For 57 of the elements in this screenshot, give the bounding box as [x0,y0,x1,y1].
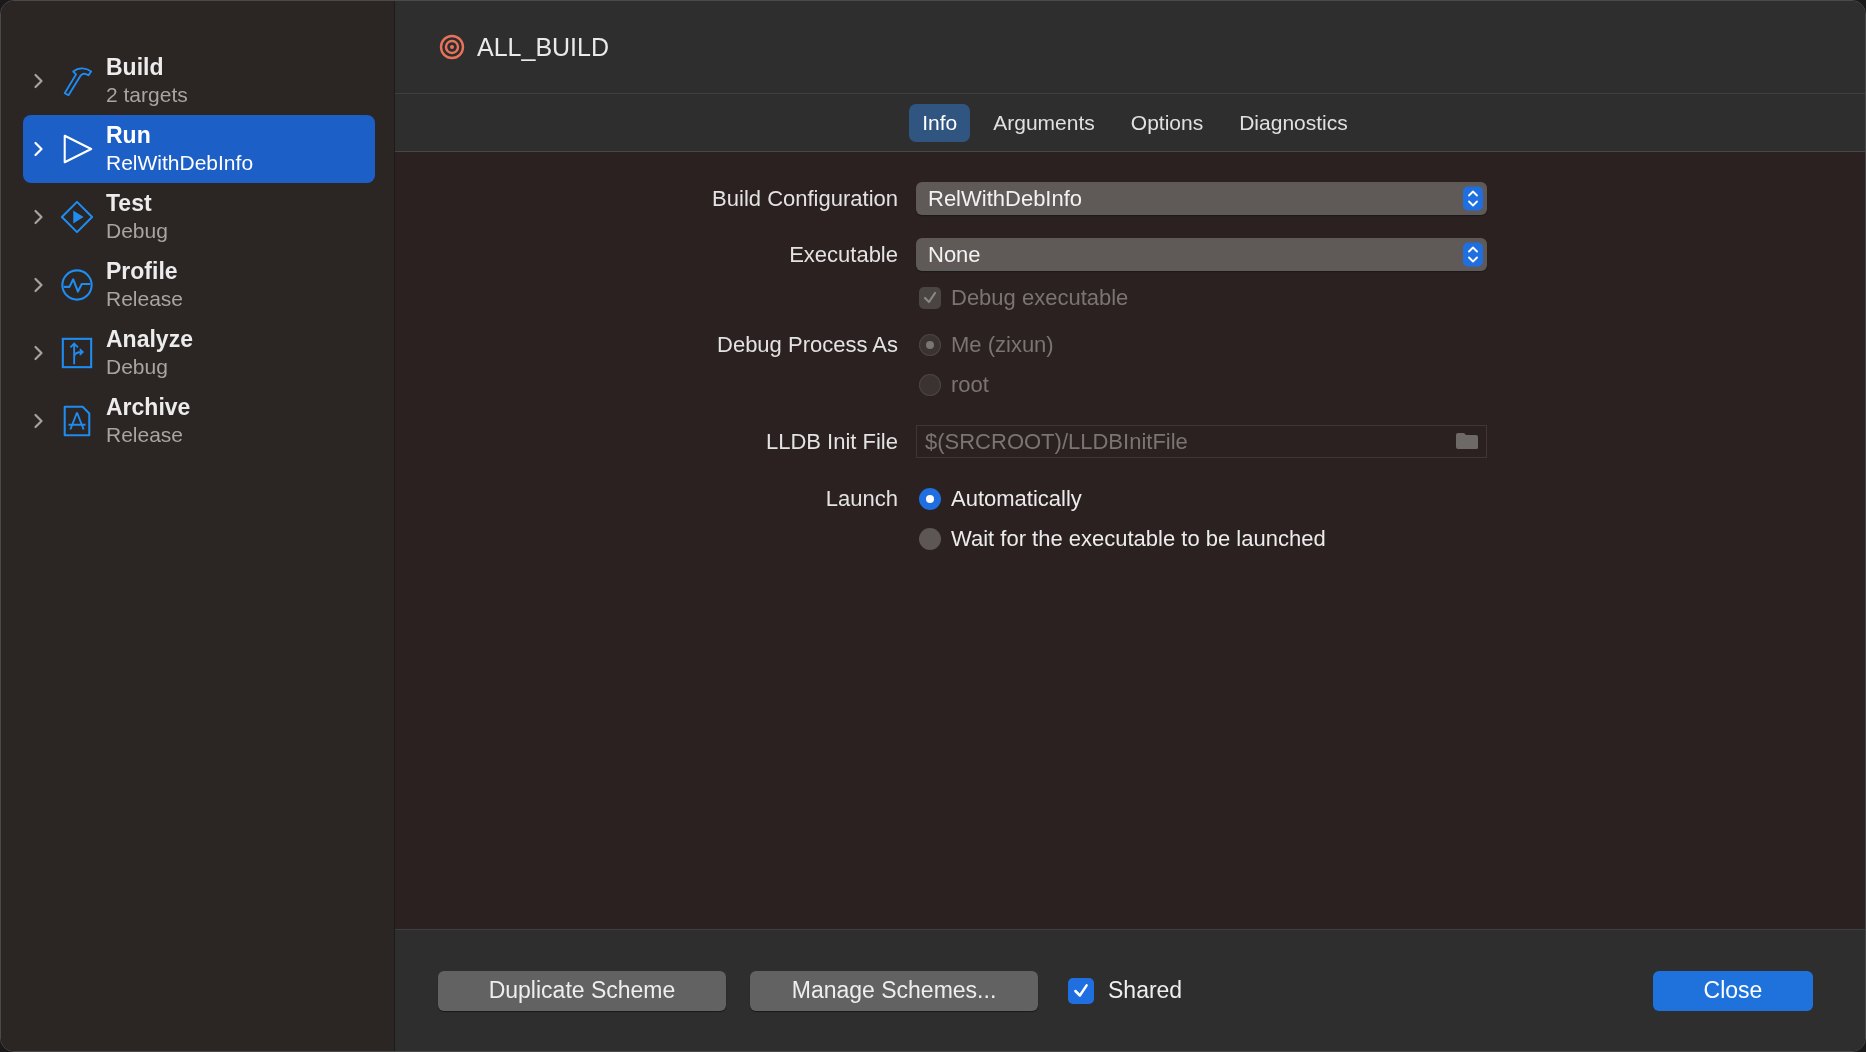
chevron-right-icon[interactable] [33,209,44,225]
checkmark-icon [1072,981,1090,1000]
scheme-action-configuration: Debug [106,354,169,380]
chevron-right-icon[interactable] [33,277,44,293]
scheme-action-title: Test [106,189,153,217]
scheme-action-item[interactable]: Analyze Debug [23,319,375,387]
scheme-action-title: Run [106,121,152,149]
close-button[interactable]: Close [1653,970,1813,1011]
chevron-right-icon[interactable] [33,73,44,89]
tab[interactable]: Options [1117,103,1217,142]
up-down-chevron-icon [1463,186,1483,211]
chevron-right-icon[interactable] [33,345,44,361]
radio-label: root [951,372,989,398]
popup-button[interactable]: None [916,238,1487,271]
radio-label: Me (zixun) [951,332,1054,358]
radio-label: Automatically [951,486,1082,512]
footer-button[interactable]: Manage Schemes... [750,970,1038,1011]
scheme-action-title: Profile [106,257,179,285]
scheme-action-configuration: Debug [106,218,168,244]
tab[interactable]: Diagnostics [1226,103,1361,142]
checkmark-icon [922,290,938,306]
chevron-right-icon[interactable] [33,413,44,429]
field-label: Launch [825,486,898,512]
scheme-target-title: ALL_BUILD [477,32,610,62]
scheme-action-configuration: RelWithDebInfo [106,150,254,176]
radio-button[interactable] [919,528,941,550]
folder-icon[interactable] [1455,432,1479,450]
scheme-action-item[interactable]: Profile Release [23,251,375,319]
checkbox-label: Debug executable [951,285,1129,311]
scheme-action-title: Archive [106,393,191,421]
branch-square-icon [60,336,94,370]
scheme-action-item[interactable]: Build 2 targets [23,47,375,115]
scheme-action-title: Analyze [106,325,193,353]
field-label: LLDB Init File [765,428,898,455]
tab[interactable]: Info [909,103,971,142]
radio-label: Wait for the executable to be launched [951,526,1326,552]
radio-button[interactable] [919,488,941,510]
field-label: Build Configuration [712,185,898,212]
scheme-action-configuration: Release [106,422,185,448]
waveform-circle-icon [60,268,94,302]
scheme-action-item[interactable]: Archive Release [23,387,375,455]
scheme-action-item[interactable]: Test Debug [23,183,375,251]
shared-checkbox[interactable] [1068,977,1094,1004]
scheme-action-title: Build [106,53,165,81]
file-path-field[interactable]: $(SRCROOT)/LLDBInitFile [916,425,1487,458]
diamond-play-icon [60,200,94,234]
scheme-action-item[interactable]: Run RelWithDebInfo [23,115,375,183]
scheme-action-configuration: Release [106,286,184,312]
target-icon [439,34,465,60]
field-label: Executable [789,241,898,268]
field-label: Debug Process As [717,332,898,358]
footer-button[interactable]: Duplicate Scheme [438,970,726,1011]
tab[interactable]: Arguments [980,103,1108,142]
popup-button[interactable]: RelWithDebInfo [916,182,1487,215]
up-down-chevron-icon [1463,242,1483,267]
scheme-action-configuration: 2 targets [106,82,188,108]
shared-label: Shared [1108,977,1183,1004]
